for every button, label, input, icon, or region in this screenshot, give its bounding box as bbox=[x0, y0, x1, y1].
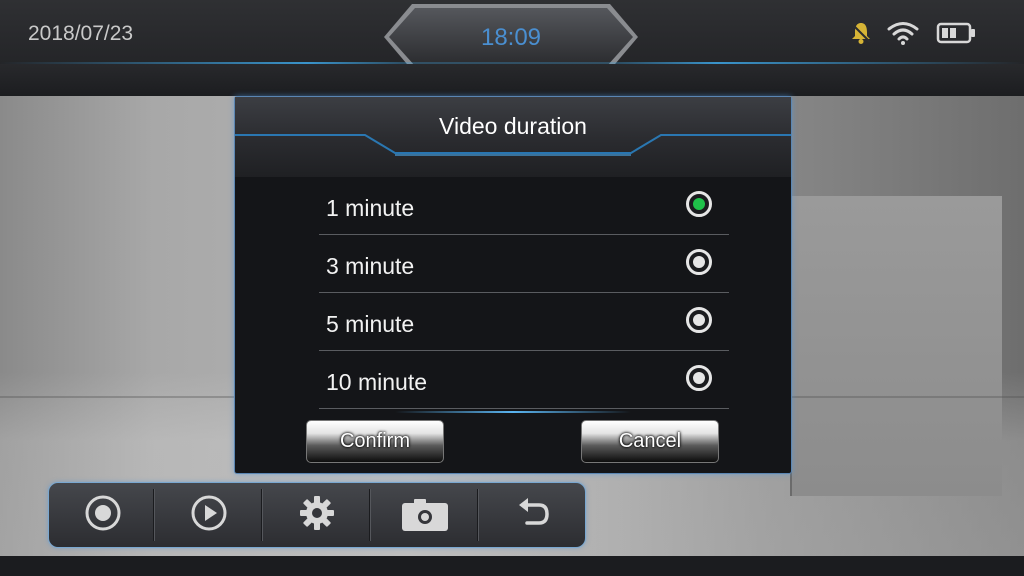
option-5-minute[interactable]: 5 minute bbox=[319, 293, 729, 351]
time-text: 18:09 bbox=[480, 24, 542, 51]
dialog-divider-glow bbox=[395, 411, 631, 413]
toolbar-separator bbox=[153, 489, 154, 541]
play-icon bbox=[189, 493, 229, 538]
option-1-minute[interactable]: 1 minute bbox=[319, 177, 729, 235]
back-button[interactable] bbox=[479, 483, 585, 547]
radio-dot bbox=[693, 198, 705, 210]
camera-scene-wall bbox=[790, 196, 1002, 496]
option-3-minute[interactable]: 3 minute bbox=[319, 235, 729, 293]
date-text: 2018/07/23 bbox=[28, 22, 134, 45]
camera-button[interactable] bbox=[371, 483, 479, 547]
back-icon bbox=[513, 493, 553, 538]
radio-button[interactable] bbox=[686, 307, 712, 333]
record-button[interactable] bbox=[49, 483, 157, 547]
radio-dot bbox=[693, 372, 705, 384]
status-bar-glow bbox=[0, 62, 1024, 64]
status-bar: 2018/07/23 18:09 bbox=[0, 0, 1024, 70]
radio-button[interactable] bbox=[686, 365, 712, 391]
radio-dot bbox=[693, 314, 705, 326]
bottom-strip bbox=[0, 556, 1024, 576]
video-duration-dialog: Video duration 1 minute 3 minute 5 minut… bbox=[234, 96, 792, 474]
toolbar-separator bbox=[477, 489, 478, 541]
option-label: 10 minute bbox=[326, 369, 428, 395]
cancel-button[interactable]: Cancel bbox=[581, 420, 719, 463]
camera-icon bbox=[400, 493, 450, 538]
cancel-button-label: Cancel bbox=[618, 430, 682, 452]
option-label: 5 minute bbox=[326, 311, 415, 337]
confirm-button-label: Confirm bbox=[339, 430, 410, 452]
dialog-header: Video duration bbox=[235, 97, 791, 177]
record-icon bbox=[83, 493, 123, 538]
option-label: 3 minute bbox=[326, 253, 415, 279]
radio-dot bbox=[693, 256, 705, 268]
option-label: 1 minute bbox=[326, 195, 415, 221]
settings-button[interactable] bbox=[263, 483, 371, 547]
confirm-button[interactable]: Confirm bbox=[306, 420, 444, 463]
option-10-minute[interactable]: 10 minute bbox=[319, 351, 729, 409]
radio-button[interactable] bbox=[686, 191, 712, 217]
radio-button[interactable] bbox=[686, 249, 712, 275]
toolbar-separator bbox=[369, 489, 370, 541]
status-bar-lower bbox=[0, 64, 1024, 96]
dialog-title: Video duration bbox=[439, 113, 587, 139]
duration-options: 1 minute 3 minute 5 minute 10 minute bbox=[319, 177, 729, 409]
bottom-toolbar bbox=[48, 482, 586, 548]
play-button[interactable] bbox=[155, 483, 263, 547]
toolbar-separator bbox=[261, 489, 262, 541]
gear-icon bbox=[297, 493, 337, 538]
